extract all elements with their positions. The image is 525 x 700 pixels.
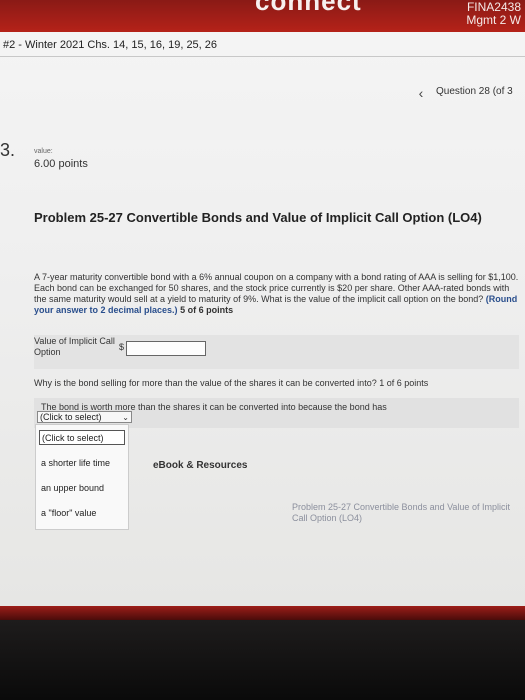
- dropdown-option[interactable]: a shorter life time: [39, 456, 125, 471]
- currency-symbol: $: [119, 342, 125, 352]
- part1-progress: 5 of 6 points: [180, 305, 234, 315]
- course-name: Mgmt 2 W: [466, 13, 521, 27]
- assignment-title: #2 - Winter 2021 Chs. 14, 15, 16, 19, 25…: [3, 39, 218, 51]
- reason-select[interactable]: (Click to select) ⌄: [37, 411, 132, 423]
- ebook-resources-link[interactable]: eBook & Resources: [153, 460, 247, 471]
- value-label: value:: [34, 148, 53, 155]
- implicit-call-label: Value of Implicit Call Option: [34, 336, 115, 357]
- problem-text: A 7-year maturity convertible bond with …: [34, 272, 519, 316]
- implicit-call-value-input[interactable]: [126, 341, 206, 356]
- part2-text: Why is the bond selling for more than th…: [34, 378, 377, 388]
- dropdown-option[interactable]: an upper bound: [39, 481, 125, 496]
- course-info: FINA2438 Mgmt 2 W: [466, 1, 521, 27]
- dropdown-option[interactable]: (Click to select): [39, 430, 125, 445]
- previous-question-button[interactable]: ‹: [411, 85, 431, 101]
- reason-select-value: (Click to select): [40, 412, 102, 422]
- question-nav-label[interactable]: Question 28 (of 3: [436, 86, 525, 102]
- problem-body: A 7-year maturity convertible bond with …: [34, 272, 519, 304]
- problem-title: Problem 25-27 Convertible Bonds and Valu…: [34, 210, 482, 225]
- laptop-bezel: [0, 606, 525, 620]
- question-number: 3.: [0, 140, 16, 160]
- brand-logo: connect: [255, 0, 362, 16]
- part2-progress: 1 of 6 points: [379, 378, 429, 388]
- chevron-down-icon: ⌄: [122, 413, 129, 422]
- reason-dropdown-list: (Click to select) a shorter life time an…: [35, 424, 129, 530]
- next-problem-link[interactable]: Problem 25-27 Convertible Bonds and Valu…: [292, 502, 522, 524]
- part2-question: Why is the bond selling for more than th…: [34, 378, 519, 388]
- chevron-left-icon: ‹: [418, 85, 424, 101]
- dropdown-option[interactable]: a "floor" value: [39, 506, 125, 521]
- question-points: 6.00 points: [34, 158, 88, 170]
- top-bar: connect FINA2438 Mgmt 2 W: [0, 0, 525, 32]
- keyboard-area: [0, 620, 525, 700]
- header-divider: [0, 56, 525, 57]
